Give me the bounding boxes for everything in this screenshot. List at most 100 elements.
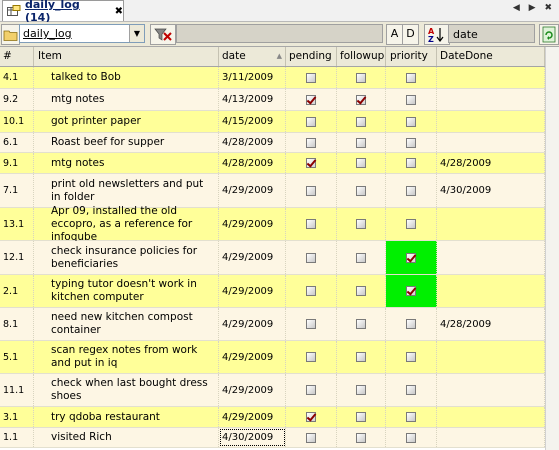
sort-ascending-button[interactable]: A (386, 24, 403, 45)
tab-daily-log[interactable]: daily_log (14) ✖ (2, 0, 124, 24)
datedone-cell[interactable] (437, 407, 545, 427)
item-cell[interactable]: mtg notes (34, 89, 219, 110)
datedone-cell[interactable]: 4/28/2009 (437, 308, 545, 340)
followup-checkbox[interactable] (356, 116, 366, 127)
followup-checkbox[interactable] (356, 432, 366, 443)
item-cell[interactable]: print old newsletters and put in folder (34, 174, 219, 207)
table-row[interactable]: 2.1 typing tutor doesn't work in kitchen … (0, 275, 545, 308)
followup-checkbox[interactable] (356, 412, 366, 422)
table-row[interactable]: 12.1 check insurance policies for benefic… (0, 241, 545, 275)
pending-checkbox[interactable] (306, 286, 316, 296)
followup-checkbox[interactable] (356, 319, 366, 329)
priority-checkbox[interactable] (406, 352, 416, 362)
table-row[interactable]: 11.1 check when last bought dress shoes 4/… (0, 374, 545, 407)
priority-checkbox[interactable] (406, 219, 416, 229)
vertical-scrollbar[interactable] (545, 47, 559, 450)
pending-checkbox[interactable] (306, 252, 316, 263)
table-row[interactable]: 9.2 mtg notes 4/13/2009 (0, 89, 545, 111)
datedone-cell[interactable] (437, 341, 545, 373)
priority-checkbox[interactable] (406, 72, 416, 83)
followup-checkbox[interactable] (356, 137, 366, 148)
pending-checkbox[interactable] (306, 219, 316, 229)
item-cell[interactable]: talked to Bob (34, 67, 219, 88)
pending-checkbox[interactable] (306, 319, 316, 329)
pending-checkbox[interactable] (306, 432, 316, 443)
header-date[interactable]: date ▲ (219, 47, 286, 66)
datedone-cell[interactable]: 4/30/2009 (437, 174, 545, 207)
priority-checkbox[interactable] (406, 158, 416, 168)
pending-checkbox[interactable] (306, 385, 316, 395)
sort-descending-button[interactable]: D (402, 24, 419, 45)
pending-checkbox[interactable] (306, 116, 316, 127)
datedone-cell[interactable] (437, 208, 545, 240)
datedone-cell[interactable] (437, 67, 545, 88)
item-cell[interactable]: try qdoba restaurant (34, 407, 219, 427)
header-item[interactable]: Item (34, 47, 219, 66)
date-cell[interactable]: 4/13/2009 (219, 89, 286, 110)
date-cell[interactable]: 4/30/2009 (219, 428, 286, 447)
table-row[interactable]: 5.1 scan regex notes from work and put in… (0, 341, 545, 374)
followup-checkbox[interactable] (356, 72, 366, 83)
date-cell[interactable]: 4/29/2009 (219, 241, 286, 274)
table-row[interactable]: 13.1 Apr 09, installed the old eccopro, a… (0, 205, 545, 243)
datedone-cell[interactable] (437, 374, 545, 406)
date-cell[interactable]: 4/29/2009 (219, 275, 286, 307)
followup-checkbox[interactable] (356, 219, 366, 229)
followup-checkbox[interactable] (356, 385, 366, 395)
priority-checkbox[interactable] (406, 412, 416, 422)
item-cell[interactable]: check insurance policies for beneficiari… (34, 241, 219, 274)
followup-checkbox[interactable] (356, 352, 366, 362)
priority-checkbox[interactable] (406, 137, 416, 148)
filter-input[interactable] (176, 24, 383, 43)
priority-checkbox[interactable] (406, 286, 416, 296)
header-followup[interactable]: followup (337, 47, 386, 66)
date-cell[interactable]: 4/29/2009 (219, 208, 286, 240)
followup-checkbox[interactable] (356, 158, 366, 168)
pending-checkbox[interactable] (306, 185, 316, 196)
header-pending[interactable]: pending (286, 47, 337, 66)
clear-filter-button[interactable] (150, 24, 176, 45)
pending-checkbox[interactable] (306, 352, 316, 362)
priority-checkbox[interactable] (406, 185, 416, 196)
table-selector[interactable]: daily_log ▼ (19, 24, 145, 43)
item-cell[interactable]: check when last bought dress shoes (34, 374, 219, 406)
header-datedone[interactable]: DateDone (437, 47, 545, 66)
chevron-down-icon[interactable]: ▼ (129, 25, 144, 42)
pending-checkbox[interactable] (306, 94, 316, 105)
date-cell[interactable]: 4/15/2009 (219, 111, 286, 132)
table-row[interactable]: 4.1 talked to Bob 3/11/2009 (0, 67, 545, 89)
datedone-cell[interactable] (437, 89, 545, 110)
priority-checkbox[interactable] (406, 94, 416, 105)
priority-checkbox[interactable] (406, 385, 416, 395)
priority-checkbox[interactable] (406, 116, 416, 127)
followup-checkbox[interactable] (356, 185, 366, 196)
item-cell[interactable]: Roast beef for supper (34, 133, 219, 152)
pending-checkbox[interactable] (306, 412, 316, 422)
item-cell[interactable]: visited Rich (34, 428, 219, 447)
table-row[interactable]: 10.1 got printer paper 4/15/2009 (0, 111, 545, 133)
date-cell[interactable]: 4/29/2009 (219, 374, 286, 406)
priority-checkbox[interactable] (406, 432, 416, 443)
item-cell[interactable]: mtg notes (34, 153, 219, 173)
priority-checkbox[interactable] (406, 319, 416, 329)
date-cell[interactable]: 4/29/2009 (219, 308, 286, 340)
header-priority[interactable]: priority (386, 47, 437, 66)
priority-checkbox[interactable] (406, 252, 416, 263)
followup-checkbox[interactable] (356, 94, 366, 105)
datedone-cell[interactable] (437, 133, 545, 152)
datedone-cell[interactable] (437, 275, 545, 307)
date-cell[interactable]: 4/29/2009 (219, 341, 286, 373)
item-cell[interactable]: need new kitchen compost container (34, 308, 219, 340)
datedone-cell[interactable] (437, 241, 545, 274)
followup-checkbox[interactable] (356, 286, 366, 296)
sort-button[interactable]: A Z (424, 24, 450, 45)
datedone-cell[interactable] (437, 111, 545, 132)
date-cell[interactable]: 4/29/2009 (219, 407, 286, 427)
item-cell[interactable]: got printer paper (34, 111, 219, 132)
date-cell[interactable]: 4/28/2009 (219, 133, 286, 152)
table-row[interactable]: 3.1 try qdoba restaurant 4/29/2009 (0, 407, 545, 428)
folder-button[interactable] (1, 24, 20, 45)
date-cell[interactable]: 3/11/2009 (219, 67, 286, 88)
followup-checkbox[interactable] (356, 252, 366, 263)
refresh-button[interactable] (539, 24, 559, 45)
